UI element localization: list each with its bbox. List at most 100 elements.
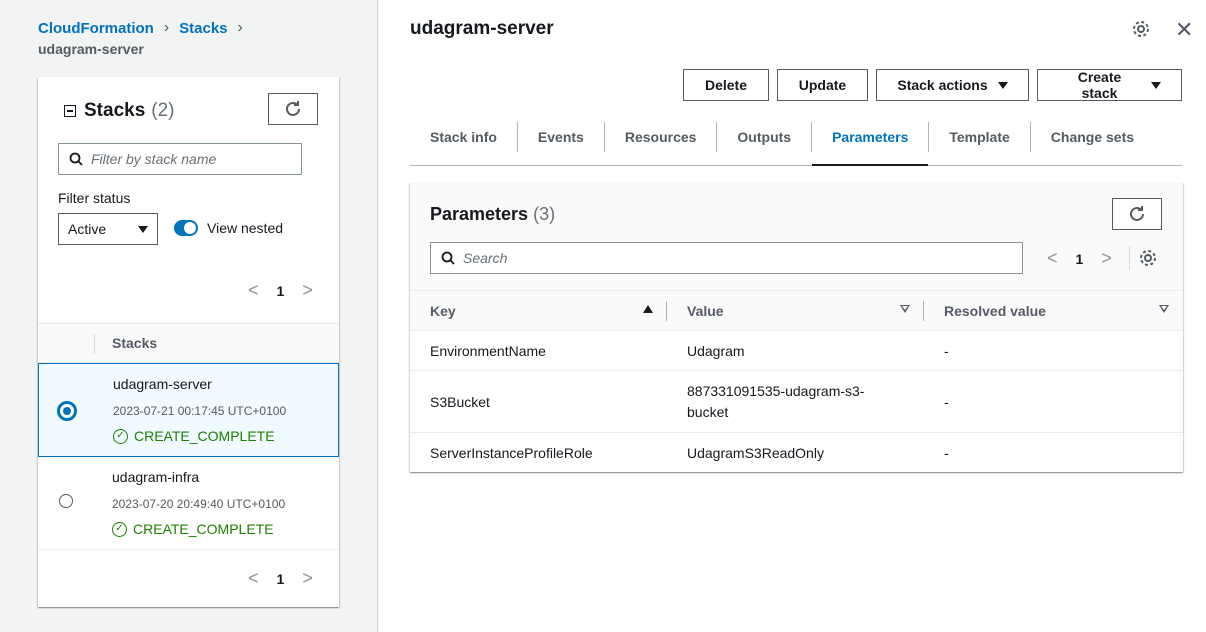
parameters-search-placeholder: Search [463,250,508,266]
stack-row-udagram-infra[interactable]: udagram-infra 2023-07-20 20:49:40 UTC+01… [38,457,339,550]
parameters-title-text: Parameters [430,204,529,224]
settings-gear-icon[interactable] [1131,19,1151,42]
update-button-label: Update [798,77,847,93]
sort-ascending-icon[interactable] [643,305,653,313]
toggle-switch[interactable] [174,220,198,236]
caret-down-icon [1151,81,1161,89]
stacks-sidebar: CloudFormation › Stacks › udagram-server… [0,0,378,632]
breadcrumb-stacks[interactable]: Stacks [179,20,227,37]
param-resolved-value: - [944,444,949,461]
param-resolved-value: - [924,370,1183,433]
parameters-card: Parameters (3) Search < 1 > Key Value Re… [410,182,1183,472]
caret-down-icon [997,81,1008,89]
page-number[interactable]: 1 [277,571,285,587]
check-circle-icon: ✓ [113,428,128,444]
tab-change-sets[interactable]: Change sets [1031,122,1154,152]
stack-status-text: CREATE_COMPLETE [134,428,275,444]
tab-template[interactable]: Template [929,122,1031,152]
chevron-right-icon[interactable]: > [302,568,313,589]
column-header-resolved-value[interactable]: Resolved value [924,290,1183,331]
stack-radio[interactable] [59,494,73,508]
column-divider [94,334,95,354]
stacks-column-header: Stacks [112,335,158,351]
breadcrumb-separator-icon: › [163,19,170,36]
stack-detail-tabs: Stack info Events Resources Outputs Para… [410,122,1182,166]
refresh-icon [1130,206,1144,221]
breadcrumb-cloudformation[interactable]: CloudFormation [38,20,154,37]
search-icon [441,251,455,265]
param-key: S3Bucket [410,370,667,433]
stack-name[interactable]: udagram-infra [112,469,199,485]
collapse-icon[interactable] [64,105,76,117]
stack-detail-title: udagram-server [410,18,554,39]
stack-row-udagram-server[interactable]: udagram-server 2023-07-21 00:17:45 UTC+0… [38,363,339,457]
stack-radio-selected[interactable] [57,401,77,421]
stack-status-text: CREATE_COMPLETE [133,521,274,537]
tab-parameters[interactable]: Parameters [812,122,930,166]
chevron-right-icon[interactable]: > [1101,248,1112,269]
breadcrumb-separator-icon: › [237,19,243,36]
refresh-parameters-button[interactable] [1112,198,1162,230]
view-nested-toggle[interactable]: View nested [174,220,283,236]
column-header-value[interactable]: Value [667,290,924,331]
delete-button[interactable]: Delete [683,69,769,101]
tab-events[interactable]: Events [518,122,605,152]
parameters-count: (3) [533,204,556,224]
delete-button-label: Delete [704,77,748,93]
tab-outputs[interactable]: Outputs [717,122,813,152]
stack-filter-placeholder: Filter by stack name [91,151,217,167]
stacks-list-card: Stacks (2) Filter by stack name Filter s… [38,77,339,607]
page-number[interactable]: 1 [277,283,285,299]
sort-icon[interactable] [900,305,910,313]
stack-detail-panel: udagram-server ✕ Delete Update Stack act… [379,0,1206,632]
chevron-right-icon[interactable]: > [302,280,313,301]
page-number[interactable]: 1 [1076,251,1084,267]
parameters-search-input[interactable]: Search [430,242,1023,274]
toolbar-divider [1129,246,1130,270]
column-header-resolved-label: Resolved value [944,302,1046,319]
refresh-stacks-button[interactable] [268,93,318,125]
chevron-left-icon[interactable]: < [248,280,259,301]
check-circle-icon: ✓ [112,521,127,537]
tab-stack-info[interactable]: Stack info [410,122,518,152]
stack-created-date: 2023-07-20 20:49:40 UTC+0100 [112,497,286,511]
stack-actions-button[interactable]: Stack actions [876,69,1029,101]
stack-filter-input[interactable]: Filter by stack name [58,143,302,175]
filter-status-select[interactable]: Active [58,213,158,245]
parameters-title: Parameters (3) [430,204,555,225]
search-icon [69,152,83,166]
stack-actions-toolbar: Delete Update Stack actions Create stack [683,69,1182,101]
param-value: Udagram [667,330,924,371]
table-row: EnvironmentName Udagram - [410,330,1183,371]
stacks-pagination-bottom: < 1 > [248,568,313,589]
stacks-card-title: Stacks (2) [64,100,175,122]
update-button[interactable]: Update [777,69,868,101]
column-header-key-label: Key [430,302,456,319]
param-value: UdagramS3ReadOnly [687,444,824,461]
parameters-pagination: < 1 > [1047,248,1112,269]
chevron-left-icon[interactable]: < [1047,248,1058,269]
filter-status-value: Active [68,221,107,237]
param-resolved-value: - [924,330,1183,371]
close-icon[interactable]: ✕ [1175,17,1193,43]
table-row: S3Bucket 887331091535-udagram-s3-bucket … [410,370,1183,433]
stacks-table-header: Stacks [38,323,339,363]
caret-down-icon [138,225,148,233]
param-key: EnvironmentName [410,330,667,371]
parameters-table: Key Value Resolved value EnvironmentName… [410,290,1183,473]
param-value: 887331091535-udagram-s3-bucket [667,370,924,433]
table-preferences-gear-icon[interactable] [1138,248,1158,271]
create-stack-label: Create stack [1077,69,1122,101]
stack-name[interactable]: udagram-server [113,376,212,392]
tab-resources[interactable]: Resources [605,122,718,152]
sort-icon[interactable] [1159,305,1169,313]
column-header-key[interactable]: Key [410,290,667,331]
column-header-value-label: Value [687,302,724,319]
breadcrumb: CloudFormation › Stacks › udagram-server [38,18,243,57]
chevron-left-icon[interactable]: < [248,568,259,589]
create-stack-button[interactable]: Create stack [1037,69,1182,101]
stack-actions-label: Stack actions [897,77,988,93]
stacks-title-text: Stacks [84,100,146,121]
stacks-count: (2) [151,100,175,121]
filter-status-label: Filter status [58,190,131,206]
